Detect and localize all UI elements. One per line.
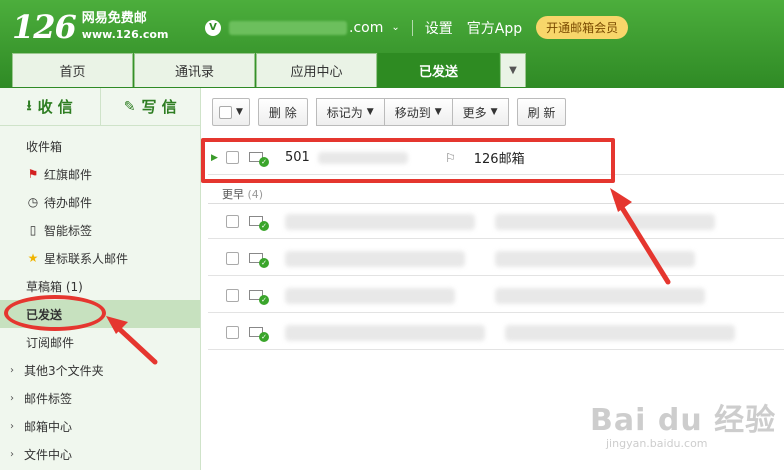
baidu-jingyan-watermark: Bai du 经验 jingyan.baidu.com xyxy=(590,403,777,450)
annotation-arrow-left xyxy=(106,316,158,365)
annotation-arrow-right xyxy=(610,188,671,285)
